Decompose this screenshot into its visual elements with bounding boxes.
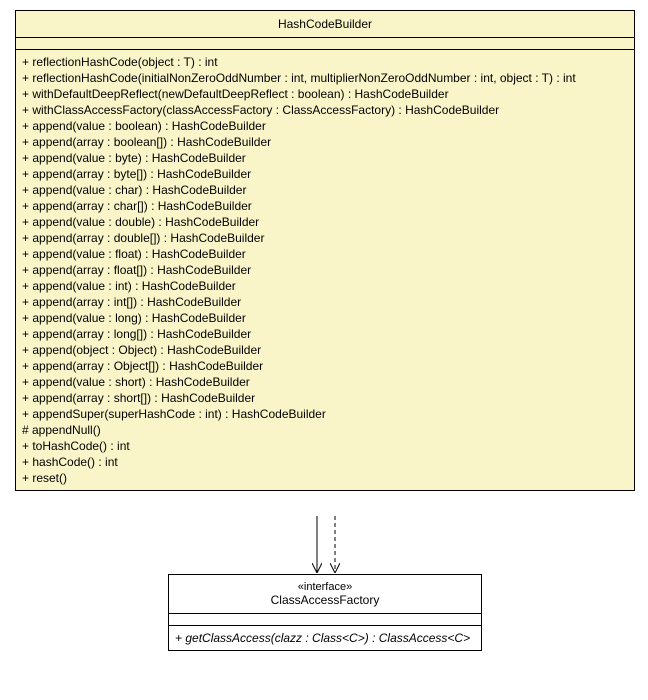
method-line: + append(array : int[]) : HashCodeBuilde… — [22, 294, 628, 310]
method-line: + append(array : Object[]) : HashCodeBui… — [22, 358, 628, 374]
method-line: + append(value : long) : HashCodeBuilder — [22, 310, 628, 326]
method-line: + append(array : float[]) : HashCodeBuil… — [22, 262, 628, 278]
class-operations-hashcodebuilder: + reflectionHashCode(object : T) : int +… — [16, 50, 634, 490]
method-line: + append(value : short) : HashCodeBuilde… — [22, 374, 628, 390]
interface-name: ClassAccessFactory — [271, 593, 380, 607]
method-line: + append(value : float) : HashCodeBuilde… — [22, 246, 628, 262]
uml-class-hashcodebuilder: HashCodeBuilder + reflectionHashCode(obj… — [15, 10, 635, 491]
method-line: + append(array : short[]) : HashCodeBuil… — [22, 390, 628, 406]
method-line: + append(value : int) : HashCodeBuilder — [22, 278, 628, 294]
class-title-hashcodebuilder: HashCodeBuilder — [16, 11, 634, 38]
stereotype-label: «interface» — [169, 581, 481, 593]
method-line: + reflectionHashCode(initialNonZeroOddNu… — [22, 70, 628, 86]
interface-title: «interface» ClassAccessFactory — [169, 575, 481, 614]
method-line: + reflectionHashCode(object : T) : int — [22, 54, 628, 70]
method-line: + append(array : byte[]) : HashCodeBuild… — [22, 166, 628, 182]
method-line: + append(value : double) : HashCodeBuild… — [22, 214, 628, 230]
method-line: + append(array : char[]) : HashCodeBuild… — [22, 198, 628, 214]
method-line: + appendSuper(superHashCode : int) : Has… — [22, 406, 628, 422]
method-line: + toHashCode() : int — [22, 438, 628, 454]
method-line: + append(value : boolean) : HashCodeBuil… — [22, 118, 628, 134]
method-line: + append(array : boolean[]) : HashCodeBu… — [22, 134, 628, 150]
method-line: + append(array : double[]) : HashCodeBui… — [22, 230, 628, 246]
method-line: + hashCode() : int — [22, 454, 628, 470]
interface-attributes-empty — [169, 614, 481, 626]
method-line: + append(array : long[]) : HashCodeBuild… — [22, 326, 628, 342]
uml-interface-classaccessfactory: «interface» ClassAccessFactory + getClas… — [168, 574, 482, 651]
method-line-abstract: + getClassAccess(clazz : Class<C>) : Cla… — [175, 630, 475, 646]
method-line: + append(value : char) : HashCodeBuilder — [22, 182, 628, 198]
method-line: + reset() — [22, 470, 628, 486]
method-line: + append(object : Object) : HashCodeBuil… — [22, 342, 628, 358]
method-line: + withDefaultDeepReflect(newDefaultDeepR… — [22, 86, 628, 102]
class-name: HashCodeBuilder — [278, 17, 372, 31]
method-line: + withClassAccessFactory(classAccessFact… — [22, 102, 628, 118]
method-line: + append(value : byte) : HashCodeBuilder — [22, 150, 628, 166]
interface-operations: + getClassAccess(clazz : Class<C>) : Cla… — [169, 626, 481, 650]
class-attributes-empty — [16, 38, 634, 50]
method-line: # appendNull() — [22, 422, 628, 438]
